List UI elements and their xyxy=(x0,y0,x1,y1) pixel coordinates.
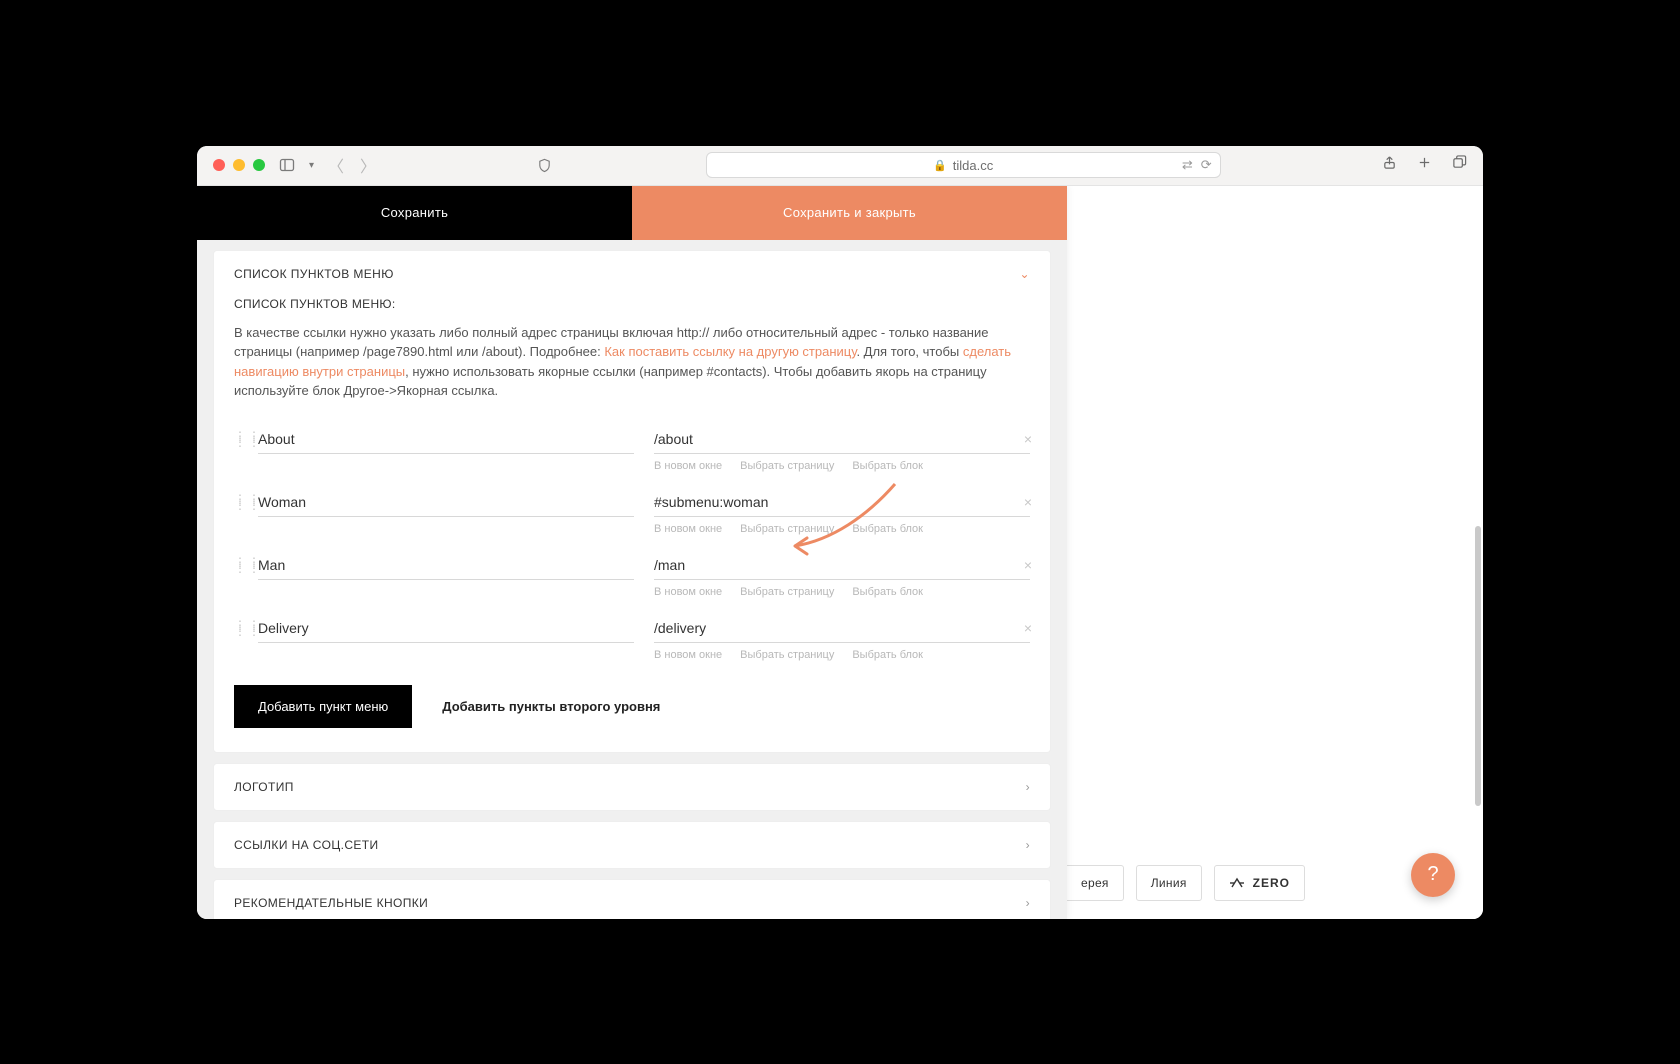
opt-select-block[interactable]: Выбрать блок xyxy=(852,649,923,661)
new-tab-icon[interactable] xyxy=(1417,155,1432,175)
opt-select-page[interactable]: Выбрать страницу xyxy=(740,586,834,598)
menu-item-row: ⋮⋮⋮⋮ × В новом окне xyxy=(234,616,1030,675)
browser-window: ▾ 〈 〉 🔒 tilda.cc ⇄ ⟳ xyxy=(197,146,1483,919)
window-close[interactable] xyxy=(213,159,225,171)
window-controls xyxy=(213,159,265,171)
tool-zero[interactable]: ZERO xyxy=(1214,865,1305,901)
translate-icon[interactable]: ⇄ xyxy=(1182,157,1193,173)
drag-handle-icon[interactable]: ⋮⋮⋮⋮ xyxy=(234,427,244,445)
menu-item-label-input[interactable] xyxy=(258,490,634,517)
question-icon: ? xyxy=(1427,863,1438,886)
opt-select-block[interactable]: Выбрать блок xyxy=(852,460,923,472)
sidebar-toggle-icon[interactable] xyxy=(279,157,295,173)
share-icon[interactable] xyxy=(1382,155,1397,175)
reload-icon[interactable]: ⟳ xyxy=(1201,157,1212,173)
remove-item-icon[interactable]: × xyxy=(1024,620,1032,636)
accordion-header-rec[interactable]: РЕКОМЕНДАТЕЛЬНЫЕ КНОПКИ › xyxy=(214,880,1050,919)
opt-select-page[interactable]: Выбрать страницу xyxy=(740,460,834,472)
opt-select-block[interactable]: Выбрать блок xyxy=(852,586,923,598)
nav-forward-icon[interactable]: 〉 xyxy=(360,153,376,177)
accordion-header-menu[interactable]: СПИСОК ПУНКТОВ МЕНЮ ⌄ xyxy=(214,251,1050,297)
chevron-right-icon: › xyxy=(1026,780,1030,794)
save-button[interactable]: Сохранить xyxy=(197,186,632,240)
chevron-down-icon: ⌄ xyxy=(1020,267,1030,281)
accordion-title: СПИСОК ПУНКТОВ МЕНЮ xyxy=(234,267,394,281)
menu-item-link-input[interactable] xyxy=(654,616,1030,643)
opt-select-page[interactable]: Выбрать страницу xyxy=(740,523,834,535)
chevron-down-icon[interactable]: ▾ xyxy=(309,160,314,171)
opt-select-page[interactable]: Выбрать страницу xyxy=(740,649,834,661)
menu-item-label-input[interactable] xyxy=(258,616,634,643)
accordion-header-social[interactable]: ССЫЛКИ НА СОЦ.СЕТИ › xyxy=(214,822,1050,868)
add-menu-item-button[interactable]: Добавить пункт меню xyxy=(234,685,412,728)
privacy-shield-icon[interactable] xyxy=(537,158,552,173)
accordion-rec-buttons: РЕКОМЕНДАТЕЛЬНЫЕ КНОПКИ › xyxy=(213,879,1051,919)
accordion-menu-items: СПИСОК ПУНКТОВ МЕНЮ ⌄ СПИСОК ПУНКТОВ МЕН… xyxy=(213,250,1051,753)
remove-item-icon[interactable]: × xyxy=(1024,557,1032,573)
opt-new-window[interactable]: В новом окне xyxy=(654,649,722,661)
help-link-page[interactable]: Как поставить ссылку на другую страницу xyxy=(604,344,856,359)
menu-item-row: ⋮⋮⋮⋮ × В новом окне xyxy=(234,553,1030,612)
remove-item-icon[interactable]: × xyxy=(1024,494,1032,510)
nav-back-icon[interactable]: 〈 xyxy=(328,153,344,177)
drag-handle-icon[interactable]: ⋮⋮⋮⋮ xyxy=(234,490,244,508)
remove-item-icon[interactable]: × xyxy=(1024,431,1032,447)
menu-item-link-input[interactable] xyxy=(654,427,1030,454)
drag-handle-icon[interactable]: ⋮⋮⋮⋮ xyxy=(234,553,244,571)
accordion-social: ССЫЛКИ НА СОЦ.СЕТИ › xyxy=(213,821,1051,869)
page-content: ерея Линия ZERO Сохранить xyxy=(197,186,1483,919)
scrollbar[interactable] xyxy=(1475,526,1481,806)
menu-item-link-input[interactable] xyxy=(654,490,1030,517)
window-minimize[interactable] xyxy=(233,159,245,171)
chevron-right-icon: › xyxy=(1026,838,1030,852)
help-fab[interactable]: ? xyxy=(1411,853,1455,897)
tool-line[interactable]: Линия xyxy=(1136,865,1202,901)
zero-icon xyxy=(1229,876,1245,890)
opt-new-window[interactable]: В новом окне xyxy=(654,586,722,598)
modal-header: Сохранить Сохранить и закрыть xyxy=(197,186,1067,240)
menu-item-link-input[interactable] xyxy=(654,553,1030,580)
window-maximize[interactable] xyxy=(253,159,265,171)
menu-item-label-input[interactable] xyxy=(258,427,634,454)
menu-item-label-input[interactable] xyxy=(258,553,634,580)
save-close-button[interactable]: Сохранить и закрыть xyxy=(632,186,1067,240)
chevron-right-icon: › xyxy=(1026,896,1030,910)
tool-gallery[interactable]: ерея xyxy=(1067,865,1124,901)
lock-icon: 🔒 xyxy=(933,159,947,172)
opt-new-window[interactable]: В новом окне xyxy=(654,523,722,535)
url-bar[interactable]: 🔒 tilda.cc ⇄ ⟳ xyxy=(706,152,1221,178)
add-submenu-button[interactable]: Добавить пункты второго уровня xyxy=(442,699,660,714)
page-background: ерея Линия ZERO xyxy=(1067,186,1483,919)
help-text: В качестве ссылки нужно указать либо пол… xyxy=(234,323,1030,401)
section-subtitle: СПИСОК ПУНКТОВ МЕНЮ: xyxy=(234,297,1030,311)
menu-item-row: ⋮⋮⋮⋮ × В новом окне xyxy=(234,427,1030,486)
accordion-header-logo[interactable]: ЛОГОТИП › xyxy=(214,764,1050,810)
drag-handle-icon[interactable]: ⋮⋮⋮⋮ xyxy=(234,616,244,634)
url-host: tilda.cc xyxy=(953,158,993,173)
opt-select-block[interactable]: Выбрать блок xyxy=(852,523,923,535)
settings-modal: Сохранить Сохранить и закрыть СПИСОК ПУН… xyxy=(197,186,1067,919)
opt-new-window[interactable]: В новом окне xyxy=(654,460,722,472)
tabs-overview-icon[interactable] xyxy=(1452,155,1467,175)
titlebar: ▾ 〈 〉 🔒 tilda.cc ⇄ ⟳ xyxy=(197,146,1483,186)
menu-item-row: ⋮⋮⋮⋮ × В новом окне xyxy=(234,490,1030,549)
accordion-logo: ЛОГОТИП › xyxy=(213,763,1051,811)
